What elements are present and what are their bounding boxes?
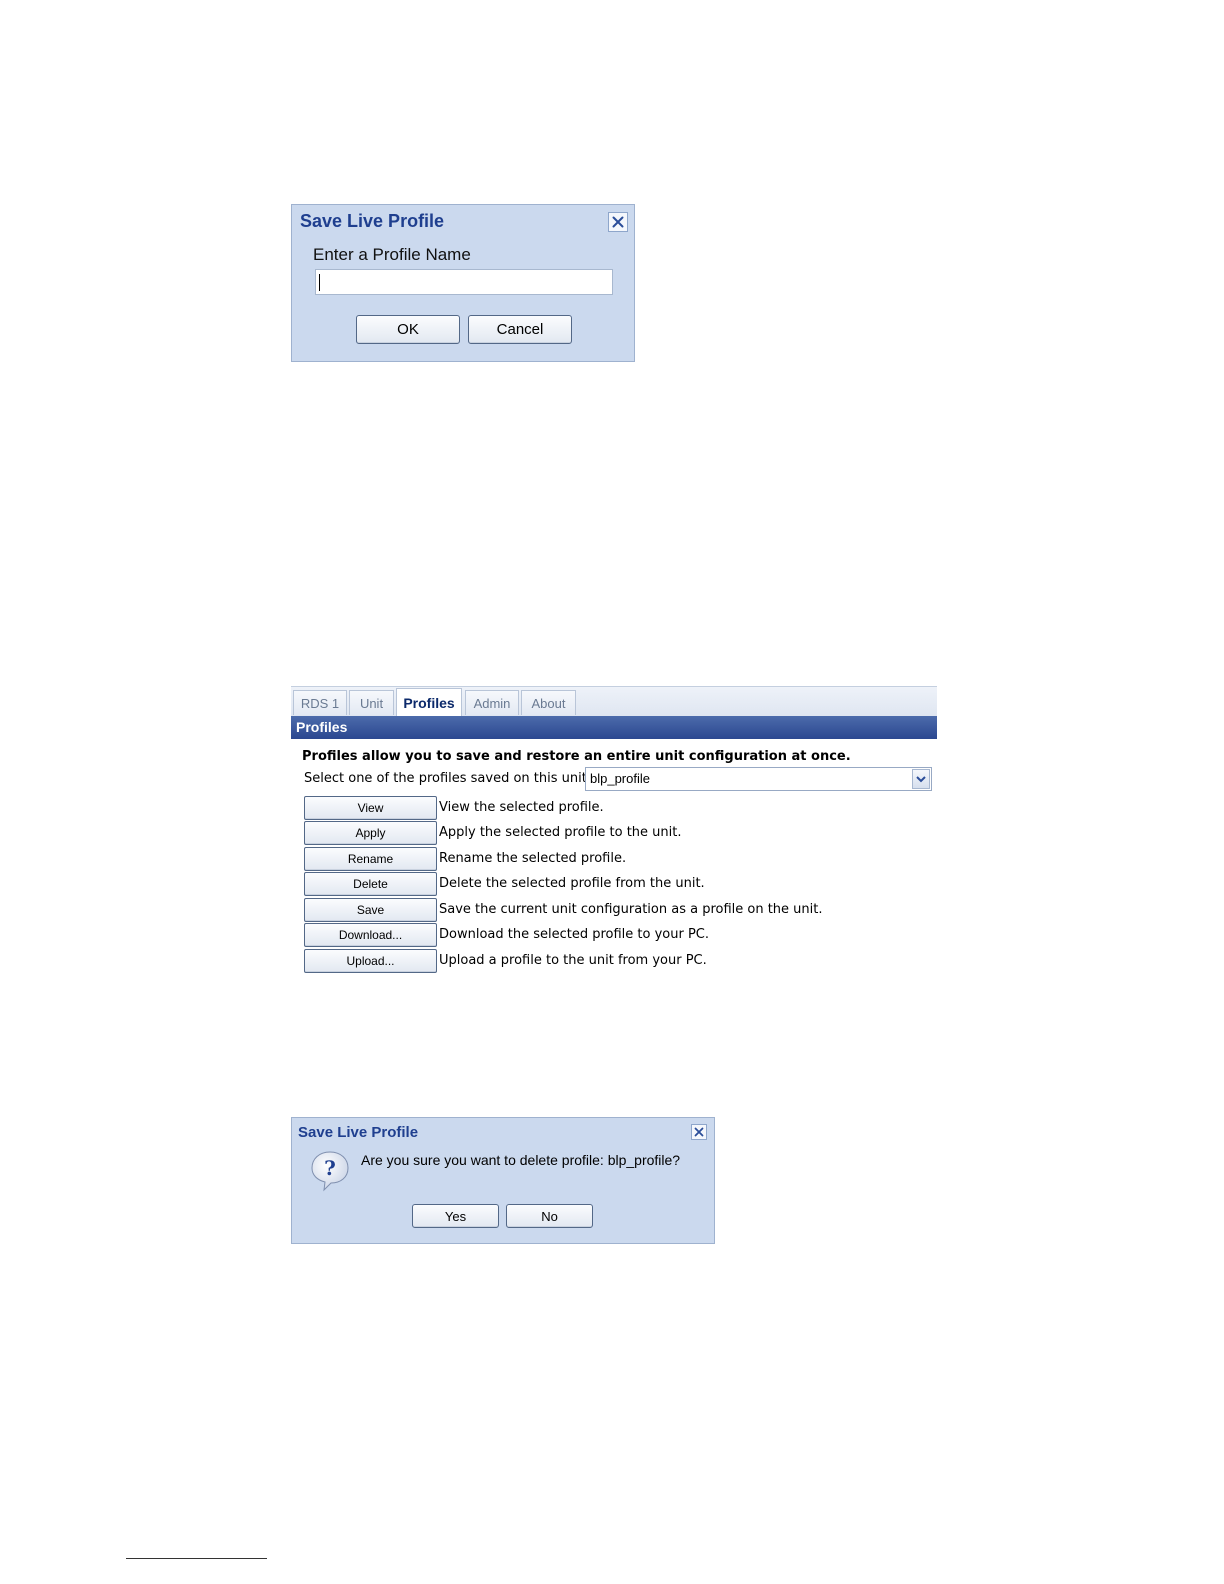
cancel-button[interactable]: Cancel — [468, 315, 572, 344]
tab-unit[interactable]: Unit — [349, 690, 394, 715]
delete-button[interactable]: Delete — [304, 872, 437, 896]
panel-intro-text: Profiles allow you to save and restore a… — [302, 749, 851, 764]
upload-button[interactable]: Upload... — [304, 949, 437, 973]
apply-description: Apply the selected profile to the unit. — [439, 825, 682, 840]
rename-description: Rename the selected profile. — [439, 851, 627, 866]
panel-header: Profiles — [291, 716, 937, 739]
question-icon: ? — [311, 1151, 349, 1192]
ok-button[interactable]: OK — [356, 315, 460, 344]
close-icon[interactable] — [691, 1124, 707, 1140]
text-caret — [319, 274, 320, 291]
tab-rds1[interactable]: RDS 1 — [293, 690, 347, 715]
save-description: Save the current unit configuration as a… — [439, 902, 823, 917]
profile-select[interactable]: blp_profile — [585, 767, 932, 791]
profiles-panel: RDS 1 Unit Profiles Admin About Profiles… — [291, 686, 937, 986]
upload-description: Upload a profile to the unit from your P… — [439, 953, 707, 968]
close-icon[interactable] — [608, 212, 628, 232]
profile-name-label: Enter a Profile Name — [313, 245, 471, 264]
tab-admin[interactable]: Admin — [465, 690, 519, 715]
profile-name-input[interactable] — [315, 269, 613, 295]
dialog-title: Save Live Profile — [300, 211, 445, 231]
download-button[interactable]: Download... — [304, 923, 437, 947]
tab-about[interactable]: About — [521, 690, 576, 715]
view-button[interactable]: View — [304, 796, 437, 820]
apply-button[interactable]: Apply — [304, 821, 437, 845]
save-profile-dialog: Save Live Profile Enter a Profile Name O… — [291, 204, 635, 362]
view-description: View the selected profile. — [439, 800, 604, 815]
svg-text:?: ? — [324, 1156, 336, 1180]
save-button[interactable]: Save — [304, 898, 437, 922]
delete-description: Delete the selected profile from the uni… — [439, 876, 705, 891]
tab-profiles[interactable]: Profiles — [396, 688, 462, 716]
rename-button[interactable]: Rename — [304, 847, 437, 871]
download-description: Download the selected profile to your PC… — [439, 927, 710, 942]
confirm-delete-dialog: Save Live Profile ? Are you sure you wan… — [291, 1117, 715, 1244]
yes-button[interactable]: Yes — [412, 1204, 499, 1228]
dialog-title: Save Live Profile — [298, 1124, 419, 1141]
profile-select-value: blp_profile — [590, 771, 650, 786]
tab-bar: RDS 1 Unit Profiles Admin About — [291, 686, 937, 716]
footnote-divider — [126, 1558, 267, 1559]
profile-select-label: Select one of the profiles saved on this… — [304, 771, 591, 786]
confirm-message: Are you sure you want to delete profile:… — [361, 1152, 681, 1168]
chevron-down-icon[interactable] — [912, 769, 930, 789]
no-button[interactable]: No — [506, 1204, 593, 1228]
